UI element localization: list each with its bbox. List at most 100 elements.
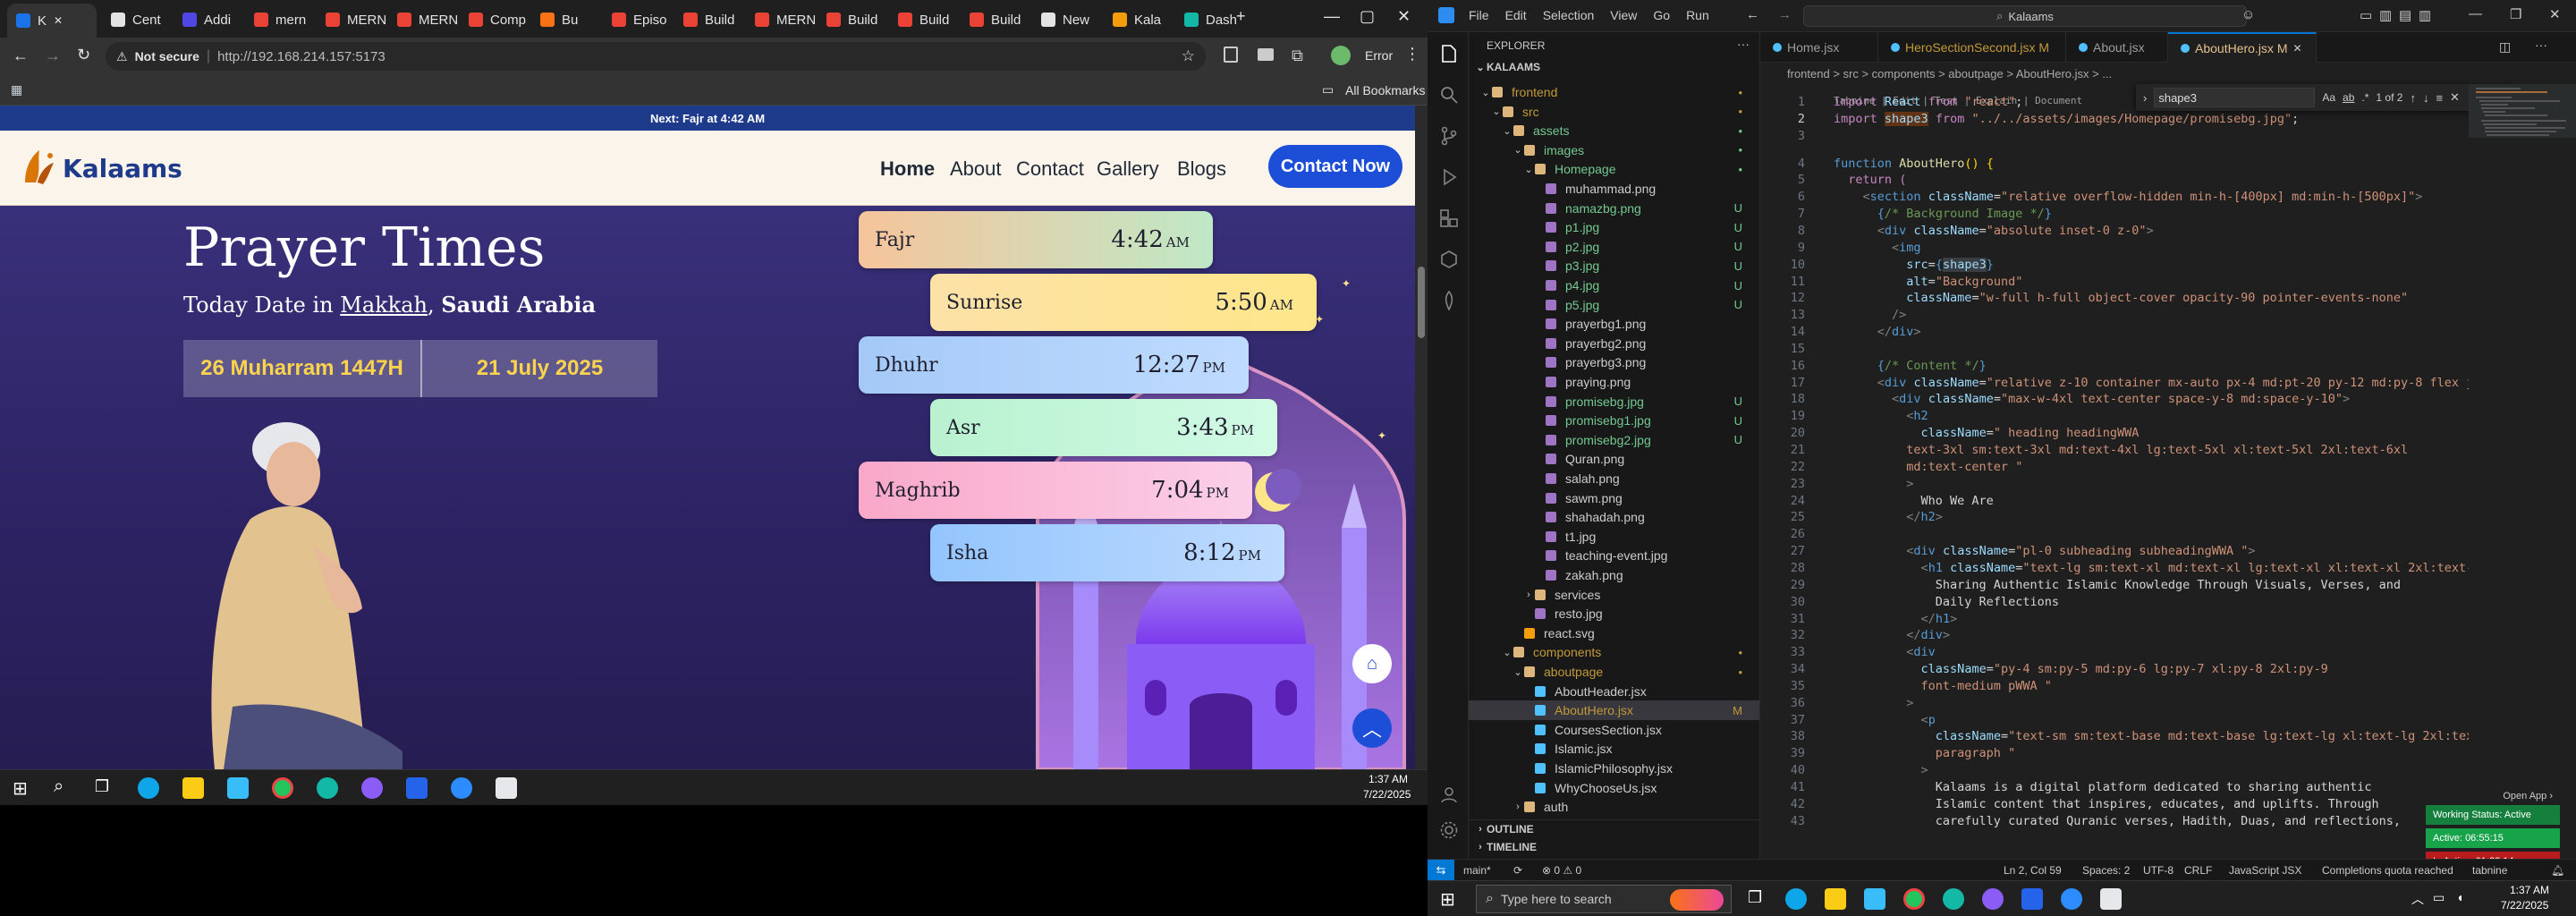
folder-item[interactable]: ⌄ src • <box>1469 102 1759 122</box>
code-line[interactable]: carefully curated Quranic verses, Hadith… <box>1834 814 2401 828</box>
tray-chevron-icon[interactable]: ︿ <box>2411 890 2424 908</box>
folder-item[interactable]: ⌄ frontend • <box>1469 82 1759 102</box>
code-line[interactable]: alt="Background" <box>1834 275 2022 289</box>
code-line[interactable]: </div> <box>1834 325 1921 339</box>
file-explorer-icon[interactable] <box>1825 888 1846 910</box>
address-bar[interactable]: ⚠ Not secure | http://192.168.214.157:51… <box>106 42 1206 71</box>
language-mode[interactable]: JavaScript JSX <box>2229 864 2301 877</box>
toggle-replace-icon[interactable]: › <box>2143 91 2147 105</box>
toggle-panel-icon[interactable]: ▤ <box>2399 7 2411 23</box>
menu-run[interactable]: Run <box>1686 8 1709 22</box>
find-input[interactable]: shape3 <box>2154 88 2316 107</box>
file-item[interactable]: namazbg.png U <box>1469 199 1759 218</box>
run-debug-icon[interactable] <box>1438 166 1460 188</box>
file-item[interactable]: WhyChooseUs.jsx <box>1469 778 1759 798</box>
problems-count[interactable]: ⊗ 0 ⚠ 0 <box>1542 864 1581 877</box>
remote-explorer-icon[interactable] <box>1438 249 1460 270</box>
mongodb-icon[interactable] <box>1438 290 1460 311</box>
code-line[interactable]: </div> <box>1834 628 1950 642</box>
indentation[interactable]: Spaces: 2 <box>2082 864 2130 877</box>
browser-tab[interactable]: Episo <box>603 5 673 34</box>
file-item[interactable]: promisebg.jpg U <box>1469 392 1759 411</box>
split-editor-icon[interactable]: ◫ <box>2499 39 2511 55</box>
code-line[interactable]: function AboutHero() { <box>1834 157 1994 171</box>
back-icon[interactable]: ← <box>1746 7 1759 22</box>
close-window-icon[interactable]: ✕ <box>1397 7 1411 26</box>
git-branch[interactable]: main* <box>1463 864 1491 877</box>
close-tab-icon[interactable]: ✕ <box>54 14 63 27</box>
new-tab-button[interactable]: + <box>1236 7 1246 26</box>
toggle-secondary-sidebar-icon[interactable]: ▥ <box>2419 7 2431 23</box>
apps-grid-icon[interactable]: ▦ <box>11 82 22 98</box>
vscode-icon[interactable] <box>406 777 428 799</box>
profile-error-badge[interactable]: Error <box>1365 48 1393 63</box>
previous-match-icon[interactable]: ↑ <box>2410 91 2416 105</box>
all-bookmarks-button[interactable]: All Bookmarks <box>1345 83 1425 98</box>
forward-icon[interactable]: → <box>45 47 61 65</box>
file-item[interactable]: Islamic.jsx <box>1469 739 1759 759</box>
file-item[interactable]: p3.jpg U <box>1469 256 1759 276</box>
extension-icon[interactable] <box>1258 48 1274 61</box>
store-icon[interactable] <box>1864 888 1885 910</box>
app-icon[interactable] <box>496 777 517 799</box>
code-line[interactable]: <div className="relative z-10 container … <box>1834 376 2576 390</box>
file-item[interactable]: prayerbg2.png <box>1469 334 1759 353</box>
code-line[interactable]: </h2> <box>1834 510 1943 524</box>
file-item[interactable]: p2.jpg U <box>1469 237 1759 257</box>
match-case-icon[interactable]: Aa <box>2322 91 2335 104</box>
outline-section[interactable]: › OUTLINE <box>1474 823 1534 835</box>
copilot-icon[interactable]: ☺ <box>2241 7 2255 22</box>
code-line[interactable]: > <box>1834 696 1913 710</box>
code-line[interactable]: <div <box>1834 645 1936 659</box>
code-line[interactable]: Who We Are <box>1834 494 1994 508</box>
editor-tab[interactable]: About.jsx <box>2066 32 2168 63</box>
code-line[interactable]: <div className="absolute inset-0 z-0"> <box>1834 224 2154 238</box>
whole-word-icon[interactable]: ab <box>2343 91 2354 104</box>
file-item[interactable]: IslamicPhilosophy.jsx <box>1469 759 1759 778</box>
browser-tab[interactable]: Kala <box>1104 5 1174 34</box>
code-line[interactable]: className="text-sm sm:text-base md:text-… <box>1834 729 2503 743</box>
folder-item[interactable]: ⌄ assets • <box>1469 121 1759 140</box>
code-line[interactable]: <p <box>1834 713 1936 727</box>
nav-contact[interactable]: Contact <box>1016 157 1084 181</box>
search-icon[interactable]: ⌕ <box>54 776 64 797</box>
regex-icon[interactable]: .* <box>2361 91 2368 104</box>
file-item[interactable]: zakah.png <box>1469 565 1759 585</box>
toggle-sidebar-icon[interactable]: ▥ <box>2379 7 2392 23</box>
breadcrumb[interactable]: frontend > src > components > aboutpage … <box>1760 63 2576 84</box>
reload-icon[interactable]: ↻ <box>77 46 90 64</box>
bookmark-star-icon[interactable]: ☆ <box>1182 47 1195 65</box>
browser-tab[interactable]: Dash <box>1175 5 1245 34</box>
folder-item[interactable]: ⌄ aboutpage • <box>1469 662 1759 682</box>
app-icon[interactable] <box>2100 888 2122 910</box>
source-control-icon[interactable] <box>1438 125 1460 147</box>
github-desktop-icon[interactable] <box>361 777 383 799</box>
close-tab-icon[interactable]: ✕ <box>2292 42 2301 55</box>
browser-tab[interactable]: MERN <box>388 5 458 34</box>
code-line[interactable]: Islamic content that inspires, educates,… <box>1834 797 2379 811</box>
file-item[interactable]: p5.jpg U <box>1469 295 1759 315</box>
code-line[interactable]: > <box>1834 477 1913 491</box>
explorer-icon[interactable] <box>1438 43 1460 64</box>
remote-indicator-icon[interactable]: ⇆ <box>1428 860 1454 880</box>
file-item[interactable]: t1.jpg <box>1469 527 1759 547</box>
code-line[interactable]: md:text-center " <box>1834 460 2022 474</box>
browser-tab[interactable]: Bu <box>531 5 601 34</box>
file-item[interactable]: p1.jpg U <box>1469 217 1759 237</box>
find-in-selection-icon[interactable]: ≡ <box>2436 91 2443 105</box>
folder-item[interactable]: ⌄ images • <box>1469 140 1759 160</box>
browser-tab[interactable]: Cent <box>102 5 172 34</box>
code-editor[interactable]: Tabnine | Edit | Test | Explain | Docume… <box>1760 84 2576 859</box>
settings-gear-icon[interactable] <box>1438 819 1460 841</box>
file-item[interactable]: salah.png <box>1469 469 1759 488</box>
editor-tab[interactable]: AboutHero.jsx M ✕ <box>2168 32 2317 63</box>
command-center-search[interactable]: ⌕ Kalaams <box>1803 5 2247 27</box>
extension-icon[interactable] <box>1224 47 1238 63</box>
code-line[interactable]: </h1> <box>1834 612 1958 626</box>
file-item[interactable]: praying.png <box>1469 372 1759 392</box>
browser-tab[interactable]: Comp <box>460 5 530 34</box>
workspace-root[interactable]: ⌄ KALAAMS <box>1474 61 1540 73</box>
code-line[interactable]: <div className="pl-0 subheading subheadi… <box>1834 544 2255 558</box>
vscode-icon[interactable] <box>2021 888 2043 910</box>
timeline-section[interactable]: › TIMELINE <box>1474 841 1537 853</box>
